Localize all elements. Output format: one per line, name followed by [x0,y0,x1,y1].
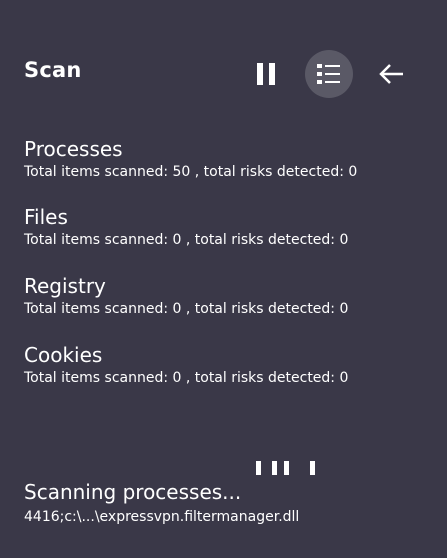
loading-indicator [254,461,318,475]
arrow-left-icon [379,64,403,84]
section-title: Cookies [24,343,103,367]
scan-header: Scan [0,0,447,140]
back-button[interactable] [368,50,416,98]
section-cookies: Cookies Total items scanned: 0 , total r… [24,343,348,387]
pause-button[interactable] [242,50,290,98]
section-title: Files [24,205,68,229]
section-processes: Processes Total items scanned: 50 , tota… [24,137,357,181]
loading-bar [272,461,277,475]
loading-bar [284,461,289,475]
status-title: Scanning processes... [24,480,242,504]
scan-status: Scanning processes... 4416;c:\...\expres… [24,480,299,526]
details-list-button[interactable] [305,50,353,98]
current-file-path: 4416;c:\...\expressvpn.filtermanager.dll [24,509,300,525]
loading-bar [310,461,315,475]
pause-icon [257,63,275,85]
section-registry: Registry Total items scanned: 0 , total … [24,274,348,318]
section-stats: Total items scanned: 0 , total risks det… [24,232,349,248]
section-stats: Total items scanned: 50 , total risks de… [24,164,358,180]
page-title: Scan [24,58,82,82]
section-stats: Total items scanned: 0 , total risks det… [24,301,349,317]
section-title: Processes [24,137,123,161]
list-icon [317,64,340,84]
section-stats: Total items scanned: 0 , total risks det… [24,370,349,386]
section-files: Files Total items scanned: 0 , total ris… [24,205,348,249]
loading-bar [256,461,261,475]
section-title: Registry [24,274,106,298]
